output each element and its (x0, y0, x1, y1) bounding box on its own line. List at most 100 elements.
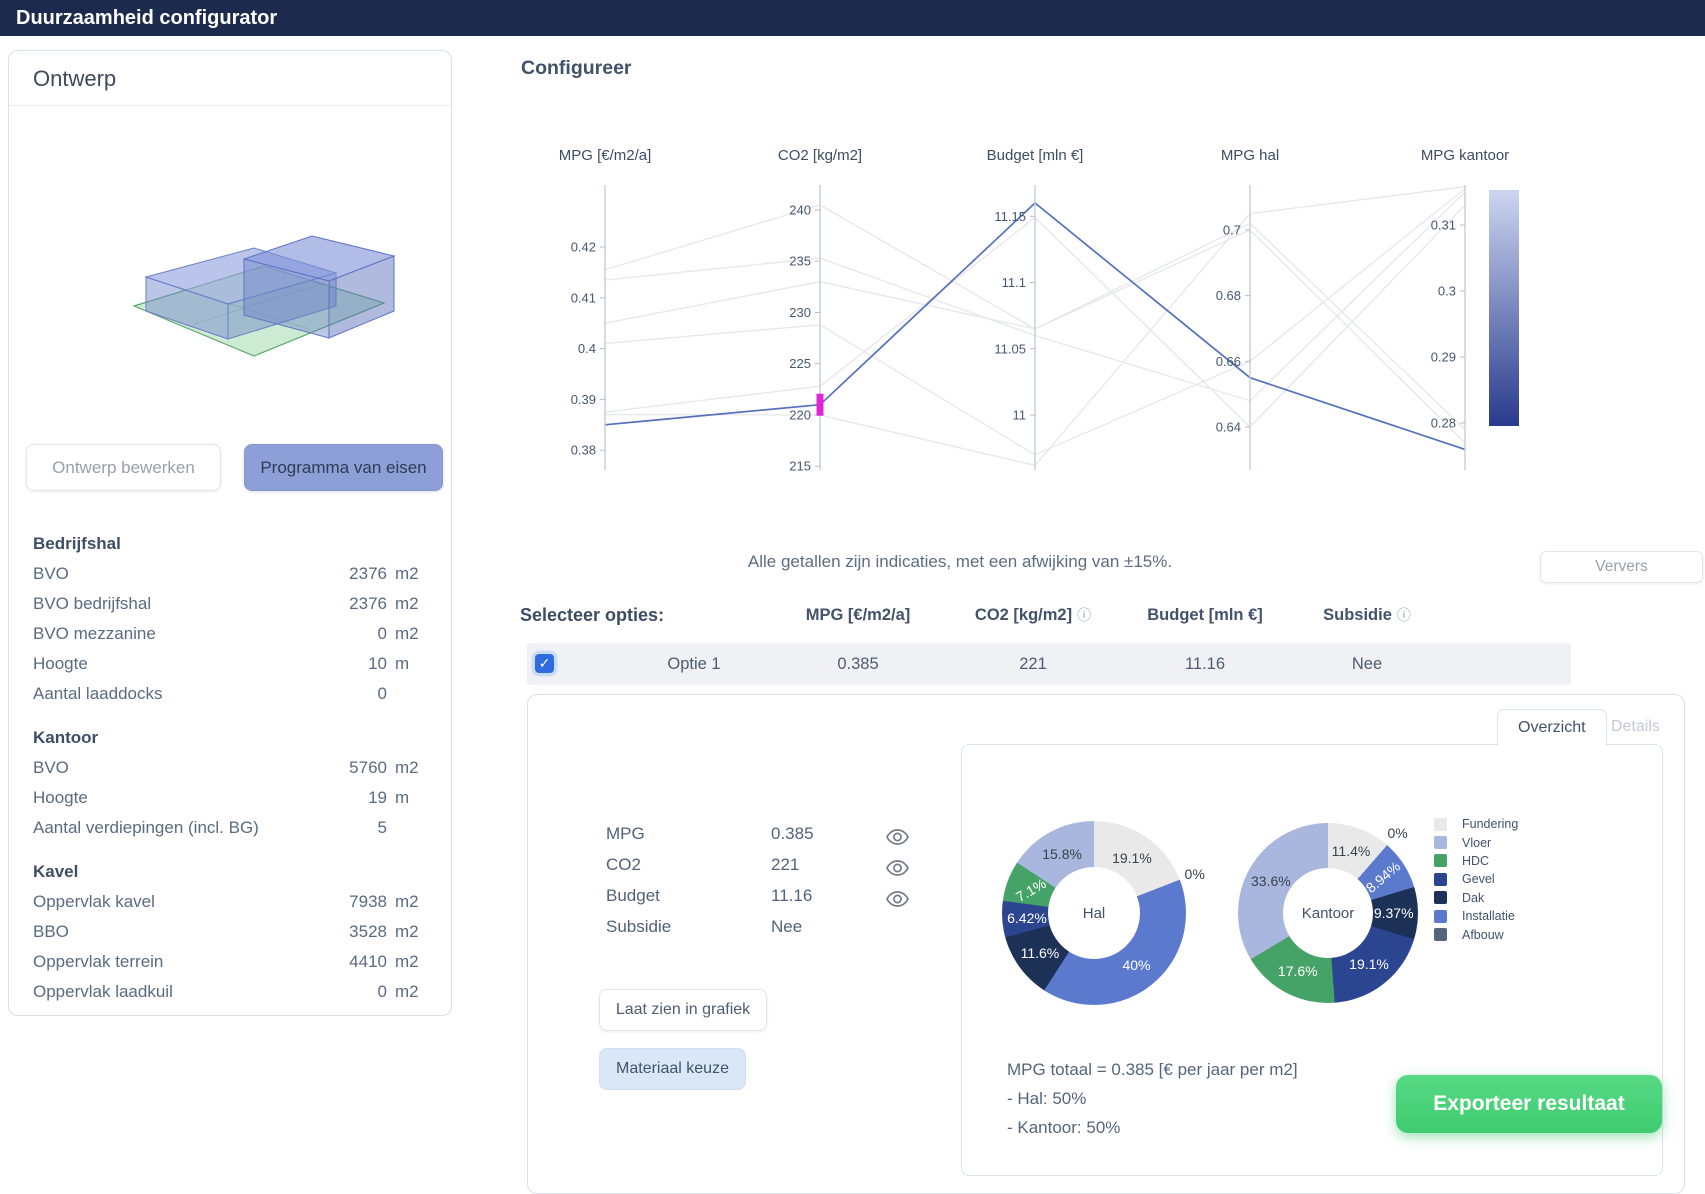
design-data-row: BBO3528m2 (33, 917, 433, 947)
row-value: 7938 (267, 887, 387, 917)
row-label: BVO (33, 559, 267, 589)
column-header: Budget [mln €] (1147, 602, 1263, 628)
ververs-button[interactable]: Ververs (1540, 551, 1703, 583)
option-checkbox[interactable]: ✓ (535, 654, 554, 673)
axis-tick-label: 0.39 (571, 392, 596, 407)
mpg-summary: MPG totaal = 0.385 [€ per jaar per m2] -… (1007, 1055, 1298, 1142)
axis-tick-label: 240 (789, 203, 811, 218)
option-row[interactable]: ✓ Optie 10.38522111.16Nee (527, 643, 1571, 685)
parallel-coordinates-chart[interactable]: MPG [€/m2/a]0.420.410.40.390.38CO2 [kg/m… (545, 140, 1535, 485)
mpg-kantoor-line: - Kantoor: 50% (1007, 1113, 1298, 1142)
axis-tick-label: 0.7 (1223, 222, 1241, 237)
design-data-row: Hoogte19m (33, 783, 433, 813)
design-data-row: Aantal verdiepingen (incl. BG)5 (33, 813, 433, 843)
app-title-bar: Duurzaamheid configurator (0, 0, 1705, 36)
design-data-row: BVO bedrijfshal2376m2 (33, 589, 433, 619)
stat-value: 0.385 (771, 818, 814, 849)
row-value: 5760 (267, 753, 387, 783)
legend-label: Installatie (1462, 909, 1515, 923)
axis-tick-label: 0.68 (1216, 288, 1241, 303)
stat-row: CO2221 (606, 849, 936, 880)
selection-marker (817, 394, 824, 416)
axis-tick-label: 215 (789, 459, 811, 474)
option-stats: MPG0.385CO2221Budget11.16 Subsidie Nee (606, 818, 936, 942)
stat-row: Budget11.16 (606, 880, 936, 911)
ontwerp-panel-title: Ontwerp (9, 51, 451, 106)
row-label: BVO bedrijfshal (33, 589, 267, 619)
stat-label: Subsidie (606, 917, 671, 936)
section-title: Kavel (33, 857, 433, 887)
design-data-row: Aantal laaddocks0 (33, 679, 433, 709)
axis-title: Budget [mln €] (987, 147, 1084, 164)
legend-item[interactable]: Installatie (1434, 907, 1518, 925)
legend-label: Fundering (1462, 817, 1518, 831)
materiaal-keuze-button[interactable]: Materiaal keuze (599, 1048, 746, 1090)
donut-slice-label: 33.6% (1251, 873, 1291, 889)
legend-label: Dak (1462, 891, 1484, 905)
legend-swatch (1434, 910, 1447, 923)
row-label: BVO (33, 753, 267, 783)
configureer-title: Configureer (521, 57, 632, 80)
axis-tick-label: 11.15 (994, 209, 1026, 224)
exporteer-resultaat-button[interactable]: Exporteer resultaat (1396, 1075, 1662, 1133)
laat-zien-in-grafiek-button[interactable]: Laat zien in grafiek (599, 989, 767, 1031)
programma-van-eisen-button[interactable]: Programma van eisen (244, 444, 443, 491)
legend-label: Afbouw (1462, 928, 1504, 942)
indication-note: Alle getallen zijn indicaties, met een a… (545, 552, 1375, 572)
option-name: Optie 1 (667, 643, 720, 685)
row-unit: m2 (387, 917, 433, 947)
legend-swatch (1434, 891, 1447, 904)
colorbar (1489, 190, 1519, 426)
donut-slice-label: 0% (1185, 866, 1205, 882)
row-value: 0 (267, 679, 387, 709)
row-unit: m2 (387, 887, 433, 917)
info-icon[interactable]: ⓘ (1397, 607, 1411, 623)
legend-label: Gevel (1462, 872, 1495, 886)
section-title: Kantoor (33, 723, 433, 753)
row-unit: m2 (387, 589, 433, 619)
legend-swatch (1434, 836, 1447, 849)
ontwerp-bewerken-button[interactable]: Ontwerp bewerken (26, 444, 221, 491)
option-value: 0.385 (837, 643, 878, 685)
building-3d-view[interactable] (104, 191, 424, 401)
select-options-title: Selecteer opties: (520, 602, 664, 628)
legend-item[interactable]: Dak (1434, 889, 1518, 907)
row-label: Hoogte (33, 649, 267, 679)
axis-tick-label: 0.66 (1216, 354, 1241, 369)
axis-tick-label: 235 (789, 254, 811, 269)
axis-title: MPG [€/m2/a] (559, 147, 652, 164)
legend-item[interactable]: Vloer (1434, 833, 1518, 851)
row-unit: m2 (387, 947, 433, 977)
legend-swatch (1434, 928, 1447, 941)
row-label: Hoogte (33, 783, 267, 813)
donut-center-label: Hal (1048, 867, 1140, 959)
legend-swatch (1434, 873, 1447, 886)
row-value: 10 (267, 649, 387, 679)
row-unit (387, 679, 433, 709)
legend-swatch (1434, 854, 1447, 867)
legend-item[interactable]: Afbouw (1434, 925, 1518, 943)
legend-label: Vloer (1462, 836, 1491, 850)
axis-tick-label: 0.28 (1431, 416, 1456, 431)
mpg-hal-line: - Hal: 50% (1007, 1084, 1298, 1113)
info-icon[interactable]: ⓘ (1077, 607, 1091, 623)
design-data-sections: BedrijfshalBVO2376m2BVO bedrijfshal2376m… (33, 529, 433, 1007)
mpg-total-line: MPG totaal = 0.385 [€ per jaar per m2] (1007, 1055, 1298, 1084)
stat-value: 221 (771, 849, 799, 880)
legend-item[interactable]: Gevel (1434, 870, 1518, 888)
stat-value: 11.16 (771, 880, 812, 911)
tab-details[interactable]: Details (1591, 709, 1680, 746)
design-data-row: Hoogte10m (33, 649, 433, 679)
legend-item[interactable]: HDC (1434, 852, 1518, 870)
stat-value: Nee (771, 911, 802, 942)
stat-row: MPG0.385 (606, 818, 936, 849)
row-value: 2376 (267, 559, 387, 589)
axis-tick-label: 11.1 (1002, 275, 1026, 290)
row-label: Oppervlak kavel (33, 887, 267, 917)
row-value: 0 (267, 977, 387, 1007)
legend-item[interactable]: Fundering (1434, 815, 1518, 833)
axis-title: MPG kantoor (1421, 147, 1509, 164)
option-value: 221 (1019, 643, 1047, 685)
donut-slice-label: 40% (1122, 957, 1150, 973)
donut-chart-hal: Hal19.1%0%40%11.6%6.42%7.1%15.8% (1002, 821, 1186, 1005)
